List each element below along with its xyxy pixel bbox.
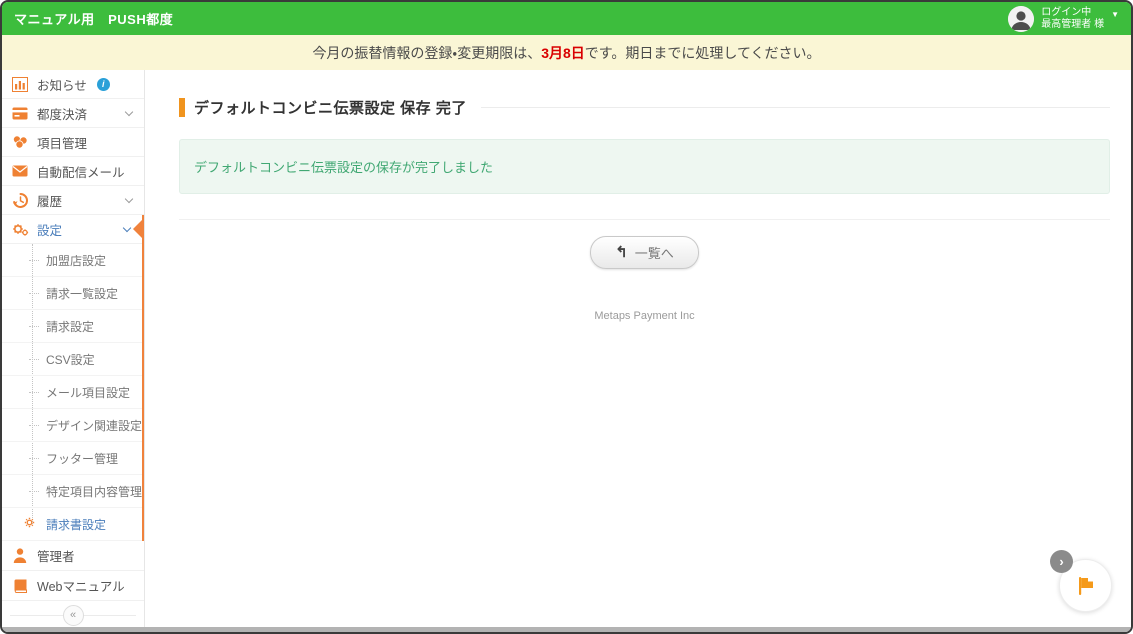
tree-dash bbox=[29, 260, 39, 261]
feedback-widget: › bbox=[1050, 550, 1112, 612]
active-section-marker bbox=[133, 220, 142, 238]
user-silhouette-icon bbox=[1008, 5, 1035, 32]
book-icon bbox=[11, 579, 29, 593]
sidebar-item-settei[interactable]: 設定 bbox=[2, 215, 142, 244]
tree-dash bbox=[29, 425, 39, 426]
bar-chart-icon bbox=[11, 76, 29, 92]
button-row: ↰ 一覧へ bbox=[179, 236, 1110, 269]
app-window: マニュアル用 PUSH都度 ログイン中 最高管理者 様 ▼ 今月の振替情報の登録… bbox=[0, 0, 1133, 634]
widget-expand-button[interactable]: › bbox=[1050, 550, 1073, 573]
banner-text-before: 今月の振替情報の登録・変更期限は、 bbox=[312, 44, 542, 61]
sidebar-collapse-row: « bbox=[2, 601, 144, 627]
sidebar-item-tsudokessai[interactable]: 都度決済 bbox=[2, 99, 144, 128]
back-button-label: 一覧へ bbox=[634, 246, 674, 261]
chevron-down-icon bbox=[124, 107, 134, 116]
page-heading: デフォルトコンビニ伝票設定 保存 完了 bbox=[179, 97, 1110, 118]
sidebar-item-label: お知らせ bbox=[37, 78, 87, 93]
sidebar-item-label: 項目管理 bbox=[37, 136, 88, 151]
banner-deadline: 3月8日 bbox=[541, 44, 585, 61]
back-arrow-icon: ↰ bbox=[615, 244, 628, 261]
submenu-item-seikyusho[interactable]: 請求書設定 bbox=[2, 508, 142, 541]
submenu-label: フッター管理 bbox=[46, 451, 119, 466]
main-content: デフォルトコンビニ伝票設定 保存 完了 デフォルトコンビニ伝票設定の保存が完了し… bbox=[145, 70, 1131, 627]
submenu-item-design[interactable]: デザイン関連設定 bbox=[2, 409, 142, 442]
history-icon bbox=[11, 192, 29, 208]
submenu-item-csv[interactable]: CSV設定 bbox=[2, 343, 142, 376]
submenu-label: 請求設定 bbox=[46, 319, 95, 334]
login-status: ログイン中 bbox=[1041, 6, 1092, 18]
app-title: マニュアル用 PUSH都度 bbox=[14, 12, 174, 27]
coins-icon bbox=[11, 135, 29, 149]
tree-dash bbox=[29, 293, 39, 294]
chevron-down-icon: ▼ bbox=[1111, 10, 1119, 19]
flag-icon bbox=[1078, 576, 1093, 595]
submenu-label: 請求一覧設定 bbox=[46, 286, 119, 301]
gear-icon bbox=[24, 517, 35, 531]
deadline-banner: 今月の振替情報の登録・変更期限は、 3月8日 です。期日までに処理してください。 bbox=[2, 35, 1131, 70]
heading-divider bbox=[480, 107, 1110, 108]
submenu-item-kameiten[interactable]: 加盟店設定 bbox=[2, 244, 142, 277]
submenu-item-seikyu[interactable]: 請求設定 bbox=[2, 310, 142, 343]
envelope-icon bbox=[11, 165, 29, 177]
login-info: ログイン中 最高管理者 様 bbox=[1041, 7, 1104, 31]
gears-icon bbox=[11, 222, 29, 237]
submenu-label: メール項目設定 bbox=[46, 385, 131, 400]
sidebar-item-mail[interactable]: 自動配信メール bbox=[2, 157, 144, 186]
submenu-label: 請求書設定 bbox=[46, 517, 107, 532]
content-divider bbox=[179, 219, 1110, 220]
page-title: デフォルトコンビニ伝票設定 保存 完了 bbox=[194, 100, 467, 117]
submenu-item-footer[interactable]: フッター管理 bbox=[2, 442, 142, 475]
avatar bbox=[1008, 5, 1035, 32]
sidebar-collapse-button[interactable]: « bbox=[62, 604, 84, 626]
sidebar-item-rireki[interactable]: 履歴 bbox=[2, 186, 144, 215]
banner-text-after: です。期日までに処理してください。 bbox=[584, 44, 821, 61]
submenu-item-mailkoumoku[interactable]: メール項目設定 bbox=[2, 376, 142, 409]
heading-accent-bar bbox=[179, 98, 185, 117]
chevron-down-icon bbox=[124, 194, 134, 203]
chevron-down-icon bbox=[122, 223, 132, 232]
info-badge-icon: i bbox=[96, 77, 110, 91]
settings-submenu: 加盟店設定 請求一覧設定 請求設定 CSV設定 メール項目設定 デザイン関連設定… bbox=[2, 244, 142, 541]
user-name: 最高管理者 様 bbox=[1041, 18, 1105, 30]
settings-section: 設定 加盟店設定 請求一覧設定 請求設定 CSV設定 メール項目設定 デザイン関… bbox=[2, 215, 144, 541]
tree-dash bbox=[29, 392, 39, 393]
sidebar-item-label: 自動配信メール bbox=[37, 165, 125, 180]
back-to-list-button[interactable]: ↰ 一覧へ bbox=[590, 236, 699, 269]
sidebar-item-webmanual[interactable]: Webマニュアル bbox=[2, 571, 144, 601]
sidebar-item-label: 設定 bbox=[37, 223, 63, 238]
submenu-label: デザイン関連設定 bbox=[46, 418, 143, 433]
tree-dash bbox=[29, 326, 39, 327]
submenu-label: 加盟店設定 bbox=[46, 253, 107, 268]
sidebar-item-label: Webマニュアル bbox=[37, 580, 125, 594]
sidebar-item-label: 都度決済 bbox=[37, 107, 88, 122]
sidebar: お知らせ i 都度決済 項目管理 自動配信メール 履歴 設定 加盟店設定 請求一… bbox=[2, 70, 145, 627]
success-message-box: デフォルトコンビニ伝票設定の保存が完了しました bbox=[179, 139, 1110, 194]
credit-card-icon bbox=[11, 107, 29, 120]
sidebar-item-kanrisha[interactable]: 管理者 bbox=[2, 541, 144, 571]
tree-dash bbox=[29, 458, 39, 459]
success-message-text: デフォルトコンビニ伝票設定の保存が完了しました bbox=[194, 160, 494, 175]
submenu-item-seikyuichiran[interactable]: 請求一覧設定 bbox=[2, 277, 142, 310]
sidebar-item-oshirase[interactable]: お知らせ i bbox=[2, 70, 144, 99]
footer-text: Metaps Payment Inc bbox=[594, 310, 695, 322]
account-menu[interactable]: ログイン中 最高管理者 様 ▼ bbox=[1008, 5, 1119, 32]
window-bottom-frame bbox=[2, 627, 1131, 632]
submenu-label: 特定項目内容管理 bbox=[46, 484, 143, 499]
tree-dash bbox=[29, 359, 39, 360]
sidebar-item-koumokukanri[interactable]: 項目管理 bbox=[2, 128, 144, 157]
header-bar: マニュアル用 PUSH都度 ログイン中 最高管理者 様 ▼ bbox=[2, 2, 1131, 35]
person-icon bbox=[11, 548, 29, 563]
submenu-label: CSV設定 bbox=[46, 352, 95, 367]
tree-dash bbox=[29, 491, 39, 492]
sidebar-item-label: 履歴 bbox=[37, 194, 63, 209]
sidebar-item-label: 管理者 bbox=[37, 550, 75, 564]
submenu-item-tokutei[interactable]: 特定項目内容管理 bbox=[2, 475, 142, 508]
